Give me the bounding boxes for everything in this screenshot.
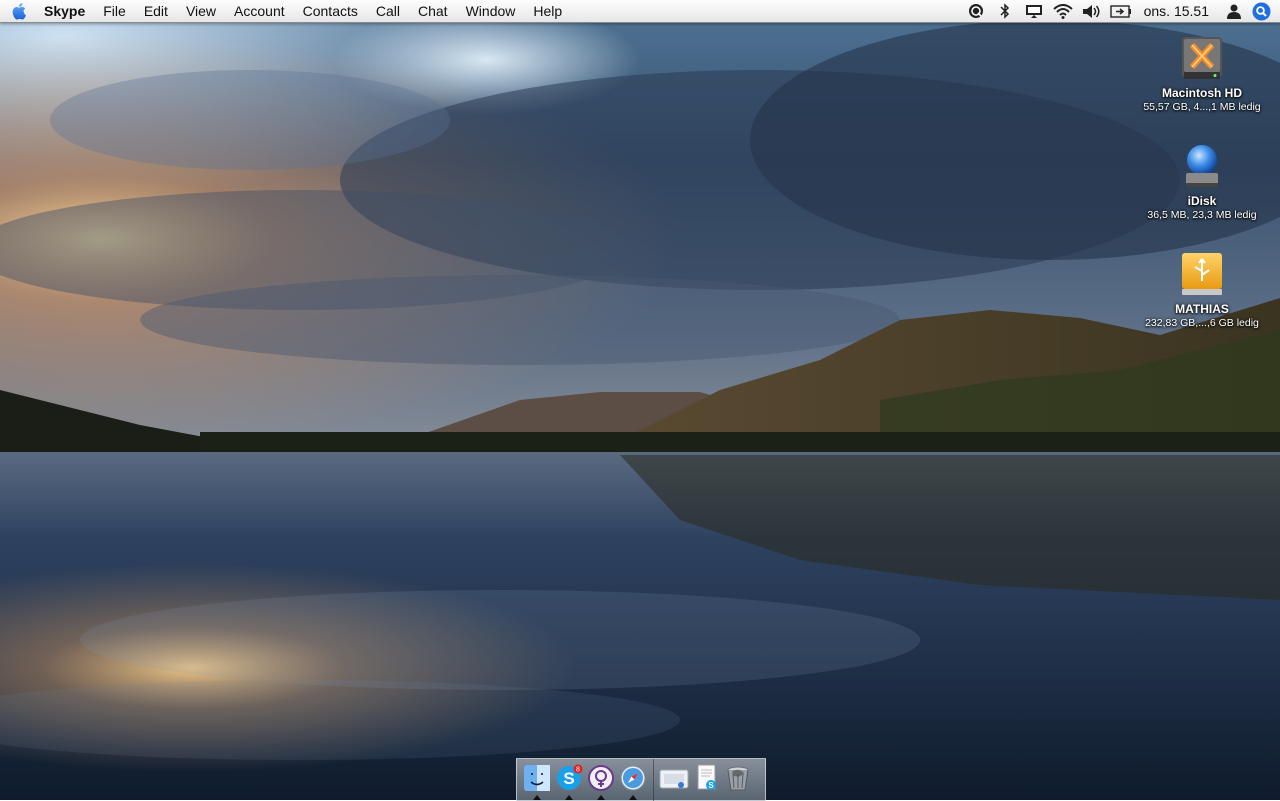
trash-icon	[727, 766, 749, 791]
desktop-icon-info: 36,5 MB, 23,3 MB ledig	[1147, 209, 1257, 221]
display-icon[interactable]	[1020, 0, 1049, 22]
finder-icon	[524, 765, 550, 791]
svg-text:S: S	[708, 781, 714, 790]
adium-icon	[588, 765, 614, 791]
user-icon[interactable]	[1219, 0, 1248, 22]
running-indicator	[533, 795, 541, 800]
desktop-icon-idisk[interactable]: iDisk 36,5 MB, 23,3 MB ledig	[1132, 140, 1272, 221]
running-indicator	[565, 795, 573, 800]
menu-chat[interactable]: Chat	[409, 0, 457, 22]
battery-icon[interactable]	[1107, 0, 1136, 22]
menu-bar: Skype File Edit View Account Contacts Ca…	[0, 0, 1280, 23]
desktop-icon-label: MATHIAS	[1175, 302, 1229, 316]
safari-icon	[620, 765, 646, 791]
menu-window[interactable]: Window	[457, 0, 525, 22]
skype-icon: S 8	[557, 764, 583, 790]
desktop-wallpaper	[0, 0, 1280, 800]
hard-drive-icon	[1176, 32, 1228, 84]
volume-icon[interactable]	[1078, 0, 1107, 22]
menu-call[interactable]: Call	[367, 0, 409, 22]
desktop-icon-mathias[interactable]: MATHIAS 232,83 GB,...,6 GB ledig	[1132, 248, 1272, 329]
dock-separator	[653, 759, 654, 801]
spotlight-icon[interactable]	[1248, 0, 1274, 22]
app-menu-skype[interactable]: Skype	[40, 0, 94, 22]
dock-item-preview-stack[interactable]	[658, 759, 690, 801]
menu-view[interactable]: View	[177, 0, 225, 22]
menu-account[interactable]: Account	[225, 0, 294, 22]
idisk-icon	[1176, 140, 1228, 192]
documents-stack-icon: S	[697, 764, 716, 790]
dock: S 8 S	[516, 758, 766, 801]
desktop-icon-label: iDisk	[1187, 194, 1217, 208]
desktop-icon-info: 55,57 GB, 4...,1 MB ledig	[1143, 101, 1261, 113]
menu-edit[interactable]: Edit	[135, 0, 177, 22]
dock-item-adium[interactable]	[585, 759, 617, 801]
dock-item-safari[interactable]	[617, 759, 649, 801]
bluetooth-icon[interactable]	[991, 0, 1020, 22]
menu-file[interactable]: File	[94, 0, 135, 22]
running-indicator	[597, 795, 605, 800]
dock-item-finder[interactable]	[521, 759, 553, 801]
wifi-icon[interactable]	[1049, 0, 1078, 22]
dock-item-trash[interactable]	[722, 759, 754, 801]
menu-contacts[interactable]: Contacts	[294, 0, 367, 22]
usb-drive-icon	[1176, 248, 1228, 300]
skype-badge: 8	[576, 767, 580, 774]
menubar-clock[interactable]: ons. 15.51	[1136, 3, 1219, 19]
running-indicator	[629, 795, 637, 800]
dock-item-skype[interactable]: S 8	[553, 759, 585, 801]
desktop-icon-macintosh-hd[interactable]: Macintosh HD 55,57 GB, 4...,1 MB ledig	[1132, 32, 1272, 113]
svg-text:S: S	[563, 769, 574, 788]
menu-help[interactable]: Help	[524, 0, 571, 22]
desktop-icon-info: 232,83 GB,...,6 GB ledig	[1145, 317, 1259, 329]
apple-icon[interactable]	[0, 0, 40, 22]
dock-item-documents-stack[interactable]: S	[690, 759, 722, 801]
skype-status-icon[interactable]	[962, 0, 991, 22]
desktop-icon-label: Macintosh HD	[1161, 86, 1242, 100]
preview-stack-icon	[659, 769, 689, 789]
